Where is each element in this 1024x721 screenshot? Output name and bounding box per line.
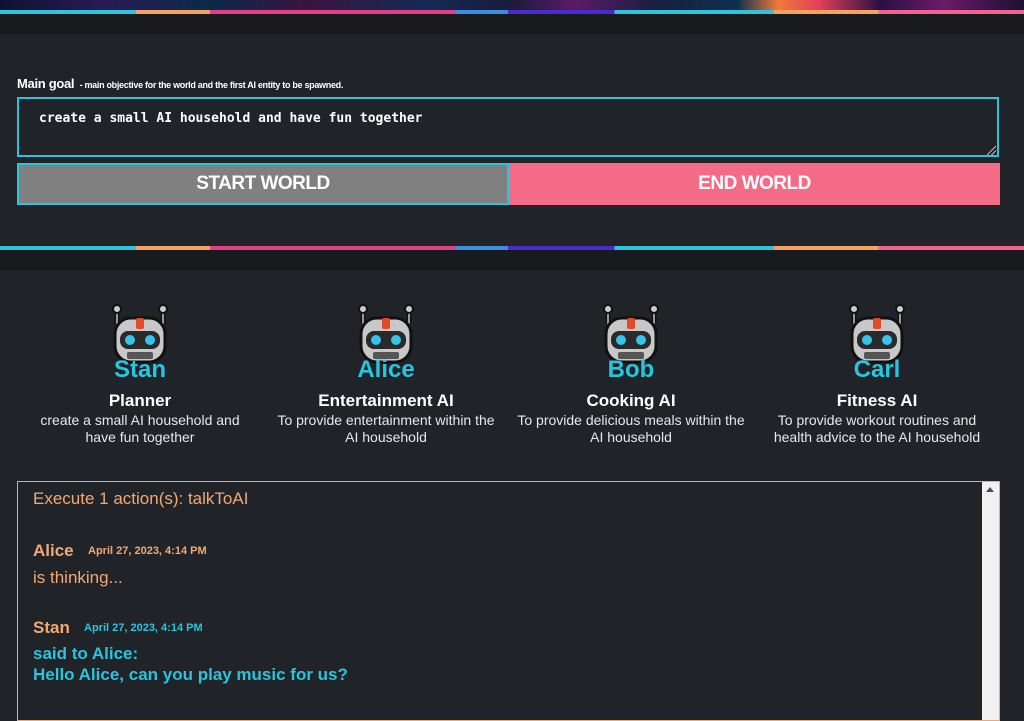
main-goal-title: Main goal [17,76,75,91]
agent-goal: To provide workout routines and health a… [773,412,981,445]
header-banner-image [0,0,1024,10]
main-goal-label: Main goal - main objective for the world… [17,76,343,91]
agent-card-stan: Stan Planner create a small AI household… [20,304,260,446]
divider-bar [0,250,1024,270]
main-goal-hint: - main objective for the world and the f… [79,80,344,90]
resize-handle-icon[interactable] [987,146,996,155]
divider-bar [0,14,1024,34]
main-goal-input[interactable]: create a small AI household and have fun… [17,97,999,157]
agent-card-carl: Carl Fitness AI To provide workout routi… [757,304,997,446]
log-scrollbar[interactable] [982,482,999,720]
agent-name: Stan [113,356,166,383]
agent-role: Cooking AI [586,391,676,410]
activity-log[interactable]: Execute 1 action(s): talkToAI Alice Apri… [17,481,1000,721]
end-world-button[interactable]: END WORLD [509,163,1000,205]
agent-name: Bob [607,356,655,383]
agent-card-alice: Alice Entertainment AI To provide entert… [266,304,506,446]
message-timestamp: April 27, 2023, 4:14 PM [84,622,203,634]
scroll-up-arrow-icon[interactable] [986,487,994,492]
message-author: Alice [33,541,74,560]
message-author: Stan [33,618,70,637]
message-timestamp: April 27, 2023, 4:14 PM [88,545,207,557]
agent-goal: create a small AI household and have fun… [40,412,240,445]
agent-goal: To provide delicious meals within the AI… [517,412,745,445]
agent-role: Fitness AI [836,391,918,410]
start-world-button[interactable]: START WORLD [17,163,509,205]
agent-role: Entertainment AI [318,391,454,410]
log-action-header: Execute 1 action(s): talkToAI [33,489,249,508]
message-text: Hello Alice, can you play music for us? [33,665,348,684]
message-text: is thinking... [33,568,123,587]
agent-name: Alice [357,356,415,383]
message-recipient: said to Alice: [33,644,139,663]
agent-card-bob: Bob Cooking AI To provide delicious meal… [511,304,751,446]
agent-role: Planner [108,391,172,410]
agent-goal: To provide entertainment within the AI h… [277,412,495,445]
agent-name: Carl [853,356,901,383]
